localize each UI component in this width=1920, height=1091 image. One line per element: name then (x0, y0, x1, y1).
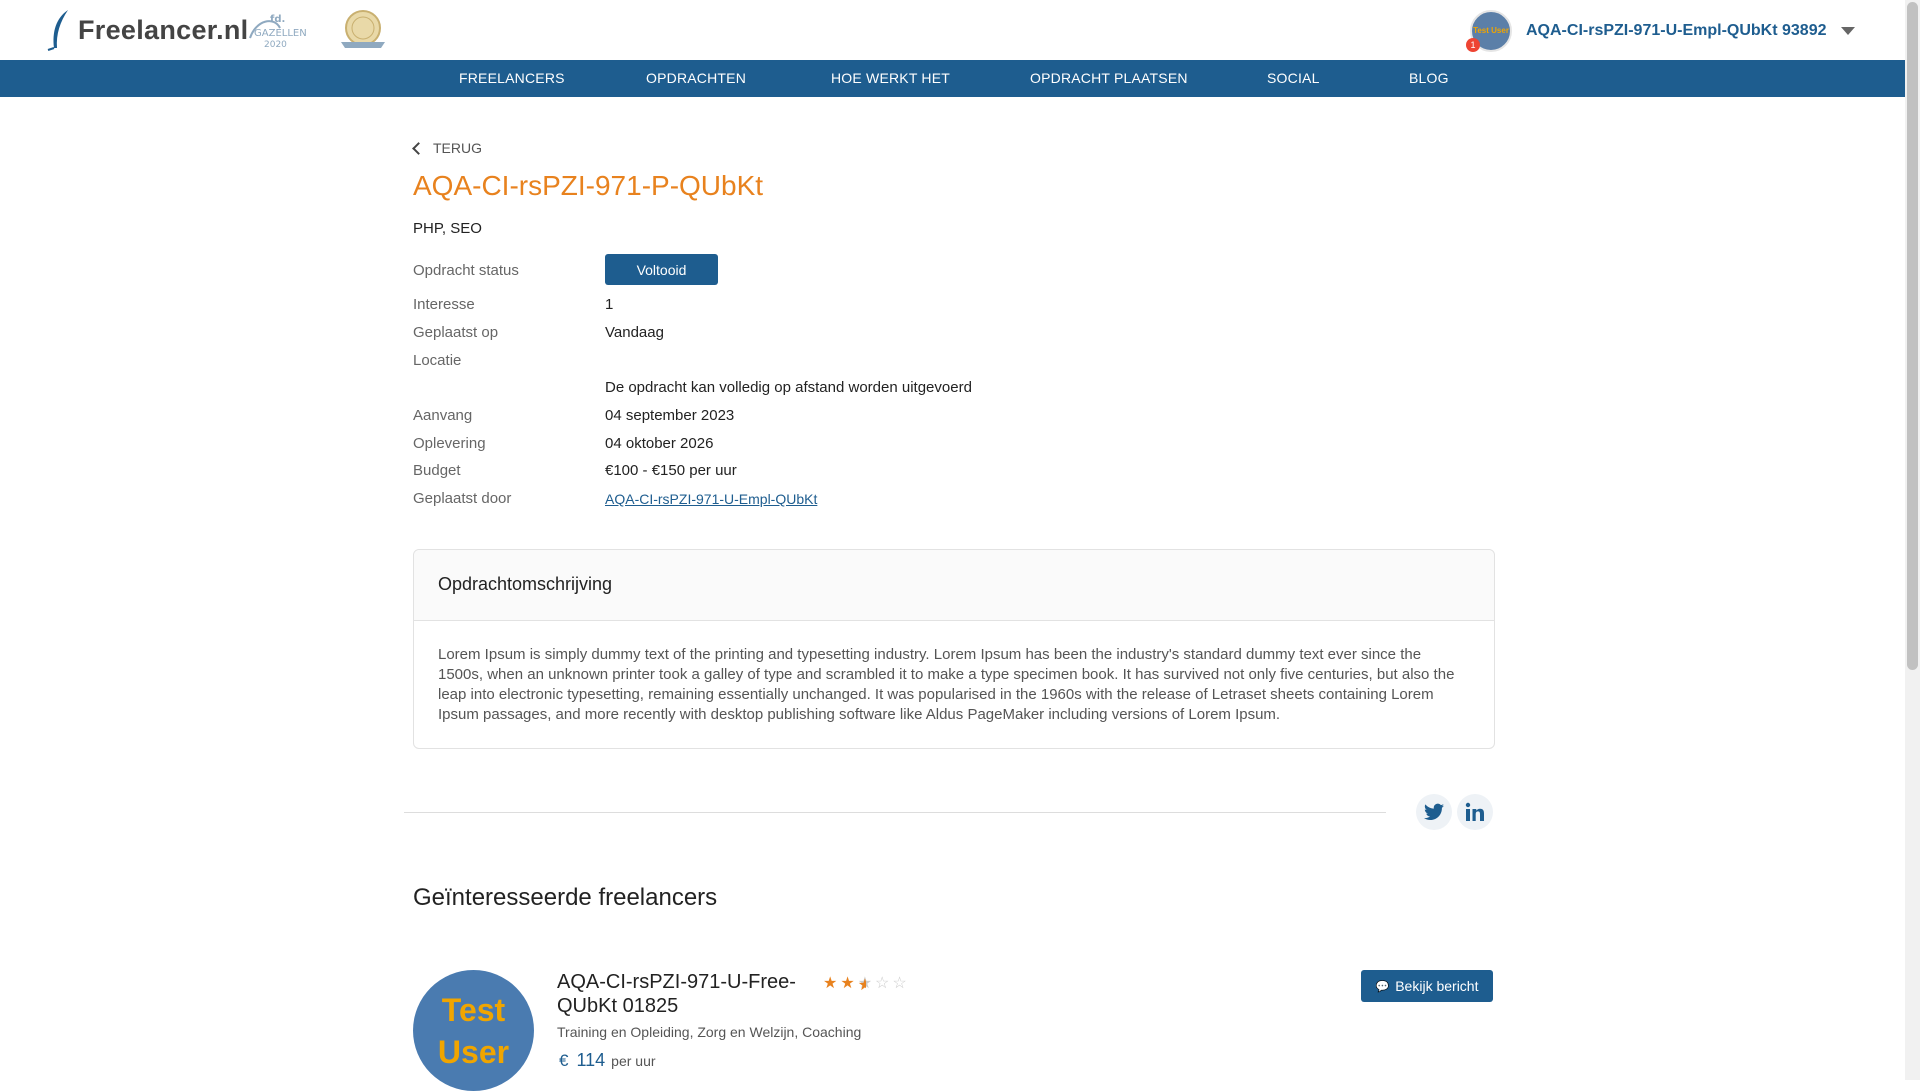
freelancer-avatar[interactable]: Test User (413, 970, 534, 1091)
main-nav: FREELANCERS OPDRACHTEN HOE WERKT HET OPD… (0, 60, 1905, 97)
svg-text:2020: 2020 (264, 40, 287, 50)
freelancer-rate: € 114 per uur (557, 1050, 656, 1071)
delivery-label: Oplevering (413, 435, 486, 452)
page-scrollbar[interactable] (1905, 0, 1920, 1080)
view-message-label: Bekijk bericht (1395, 978, 1479, 994)
gazellen-award-icon: fd. GAZELLEN 2020 (249, 14, 307, 50)
status-badge: Voltooid (605, 254, 718, 285)
interest-label: Interesse (413, 296, 475, 313)
placed-by-link-wrap: AQA-CI-rsPZI-971-U-Empl-QUbKt (605, 491, 817, 508)
location-label: Locatie (413, 352, 462, 369)
placed-value: Vandaag (605, 324, 664, 341)
budget-value: €100 - €150 per uur (605, 462, 737, 479)
award-seal-icon (341, 10, 385, 48)
top-header: Freelancer.nl fd. GAZELLEN 2020 Test Use… (0, 0, 1905, 60)
status-label: Opdracht status (413, 262, 519, 279)
start-label: Aanvang (413, 407, 473, 424)
location-value: De opdracht kan volledig op afstand word… (605, 379, 972, 396)
nav-item-opdracht-plaatsen[interactable]: OPDRACHT PLAATSEN (1030, 60, 1188, 97)
nav-item-freelancers[interactable]: FREELANCERS (459, 60, 565, 97)
rate-amount: 114 (576, 1050, 606, 1070)
currency-symbol: € (559, 1051, 569, 1070)
chevron-down-icon[interactable] (1840, 27, 1855, 35)
linkedin-share-button[interactable] (1457, 794, 1493, 830)
user-name[interactable]: AQA-CI-rsPZI-971-U-Empl-QUbKt 93892 (1526, 22, 1827, 40)
notification-badge: 1 (1466, 38, 1480, 52)
linkedin-icon (1465, 802, 1484, 821)
nav-item-blog[interactable]: BLOG (1409, 60, 1449, 97)
freelancer-avatar-line2: User (437, 1034, 510, 1070)
rate-unit: per uur (611, 1053, 656, 1069)
delivery-value: 04 oktober 2026 (605, 435, 714, 452)
interest-value: 1 (605, 296, 614, 313)
description-card: Opdrachtomschrijving Lorem Ipsum is simp… (413, 549, 1495, 749)
description-heading: Opdrachtomschrijving (438, 574, 613, 594)
nav-item-hoe-werkt-het[interactable]: HOE WERKT HET (831, 60, 950, 97)
back-link[interactable]: TERUG (412, 140, 482, 156)
avatar-text: Test User (1473, 26, 1509, 35)
placed-by-link[interactable]: AQA-CI-rsPZI-971-U-Empl-QUbKt (605, 491, 817, 507)
placed-label: Geplaatst op (413, 324, 499, 341)
star-full-icon: ★ (823, 975, 841, 992)
divider (404, 812, 1386, 813)
freelancer-categories: Training en Opleiding, Zorg en Welzijn, … (557, 1024, 862, 1040)
freelancer-name[interactable]: AQA-CI-rsPZI-971-U-Free-QUbKt 01825 (557, 970, 797, 1018)
page-title: AQA-CI-rsPZI-971-P-QUbKt (413, 170, 764, 201)
placed-by-label: Geplaatst door (413, 490, 512, 507)
scrollbar-thumb[interactable] (1907, 2, 1918, 670)
skills-list: PHP, SEO (413, 220, 482, 237)
svg-text:GAZELLEN: GAZELLEN (254, 28, 307, 39)
description-body: Lorem Ipsum is simply dummy text of the … (438, 646, 1455, 723)
feather-logo-icon (47, 10, 68, 51)
freelancer-rating: ★★★★☆☆ (823, 973, 910, 994)
view-message-button[interactable]: 💬 Bekijk bericht (1361, 970, 1493, 1002)
nav-item-opdrachten[interactable]: OPDRACHTEN (646, 60, 746, 97)
budget-label: Budget (413, 462, 461, 479)
chat-bubble-icon: 💬 (1375, 980, 1390, 993)
interested-heading: Geïnteresseerde freelancers (413, 884, 718, 911)
star-full-icon: ★ (840, 975, 858, 992)
svg-text:fd.: fd. (270, 14, 285, 25)
twitter-icon (1424, 803, 1444, 820)
star-half-icon: ★★ (857, 975, 876, 994)
user-menu[interactable]: Test User 1 AQA-CI-rsPZI-971-U-Empl-QUbK… (1466, 10, 1855, 52)
back-label: TERUG (433, 140, 482, 156)
start-value: 04 september 2023 (605, 407, 735, 424)
user-avatar[interactable]: Test User 1 (1466, 10, 1512, 52)
nav-item-social[interactable]: SOCIAL (1267, 60, 1320, 97)
freelancer-avatar-line1: Test (441, 992, 506, 1028)
chevron-left-icon (412, 141, 425, 155)
star-empty-icon: ☆ (875, 975, 893, 992)
logo-text: Freelancer.nl (78, 14, 249, 45)
twitter-share-button[interactable] (1416, 794, 1452, 830)
site-logo[interactable]: Freelancer.nl (46, 8, 249, 52)
star-empty-icon: ☆ (892, 975, 910, 992)
